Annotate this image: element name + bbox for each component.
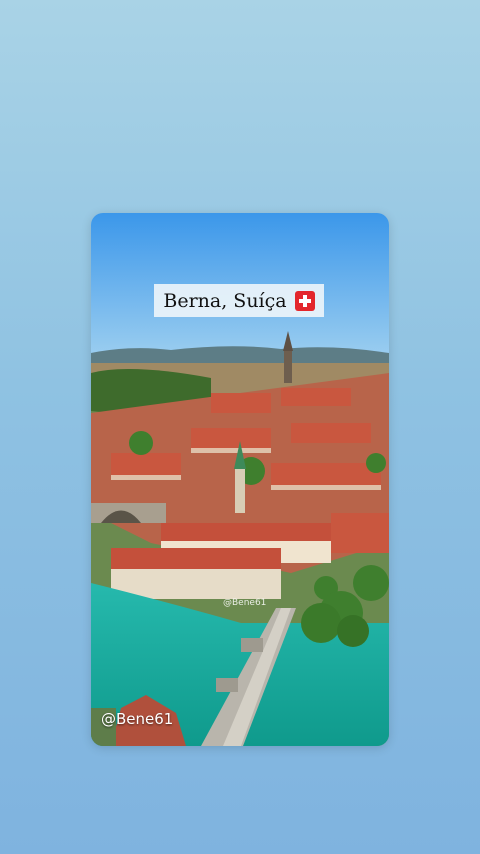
swiss-flag-icon	[294, 290, 315, 311]
location-title: Berna, Suíça	[163, 289, 287, 312]
watermark-bottom: @Bene61	[101, 710, 174, 728]
location-title-banner: Berna, Suíça	[154, 284, 324, 317]
photo-card: Berna, Suíça @Bene61 @Bene61	[91, 213, 389, 746]
watermark-center: @Bene61	[223, 598, 267, 608]
